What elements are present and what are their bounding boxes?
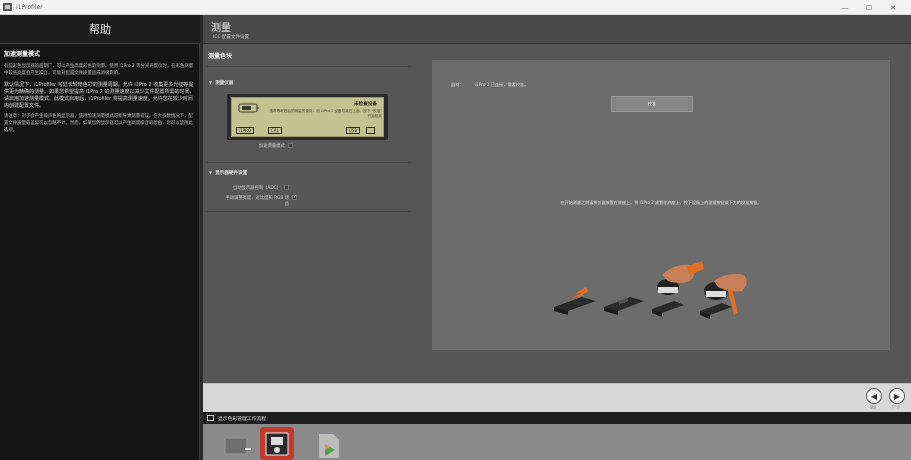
group-display-label: 显示器硬件设置 — [215, 171, 248, 176]
step3-hand-illustration — [652, 261, 704, 317]
workflow-step-settings[interactable] — [221, 430, 251, 460]
lcd-tag-i1pro: i1PRO — [236, 127, 254, 134]
fast-mode-option: 加速测量模式 — [259, 143, 293, 149]
workflow-step-measure-active[interactable] — [259, 426, 295, 460]
navigation-strip: ◀ 返回 ▶ 下一步 — [203, 383, 911, 412]
help-paragraph-2: 默认情况下，i1Profiler 可延长较暗色彩的测量周期。允许 i1Pro 2… — [4, 82, 195, 109]
help-paragraph-1: 有些彩色显示器的后期厂，可以产生高度彩色的测量。使用 i1Pro 2 等分光光度… — [4, 64, 194, 76]
help-paragraph-3: 请注意：对于会产生噪声色的显示器，使用加速测量模式可能导致测量错误。在大多数情况… — [4, 114, 193, 133]
next-label: 下一步 — [891, 405, 901, 409]
workflow-step-profile[interactable] — [313, 430, 343, 460]
back-arrow-icon: ◀ — [870, 391, 878, 401]
lcd-status: 未检查设备 — [354, 102, 377, 107]
title-bar: i1Profiler — ☐ ✕ — [0, 0, 911, 15]
help-body: 加速测量模式 有些彩色显示器的后期厂，可以产生高度彩色的测量。使用 i1Pro … — [0, 44, 199, 143]
ddc-checkbox[interactable] — [283, 185, 289, 190]
calibrate-button[interactable]: 校准 — [611, 96, 693, 112]
back-label: 返回 — [870, 405, 877, 409]
calibration-illustration — [554, 261, 747, 319]
page-subtitle: ICC 配置文件设置 — [213, 35, 250, 40]
maximize-button[interactable]: ☐ — [857, 0, 881, 15]
app-title: i1Profiler — [16, 3, 43, 11]
instrument-icon — [238, 103, 259, 113]
device-status-label: 器材： — [451, 82, 464, 87]
close-button[interactable]: ✕ — [881, 0, 905, 15]
device-lcd-panel: 未检查设备 请再等考虑后的测量的使用，用 i1Pro 2 设备校准在上面。按下 … — [227, 94, 388, 140]
divider — [206, 162, 411, 163]
step2-device-illustration — [604, 297, 644, 315]
expand-triangle-icon: ▼ — [209, 170, 213, 175]
expand-triangle-icon: ▼ — [209, 80, 213, 85]
help-title: 帮助 — [0, 15, 200, 44]
section-title: 测量色块 — [208, 53, 233, 60]
lcd-message: 请再等考虑后的测量的使用，用 i1Pro 2 设备校准在上面。按下 "校准" 开… — [269, 109, 382, 118]
page-title: 测量 — [211, 23, 231, 34]
workflow-title: 显示色彩管理工作流程 — [218, 416, 266, 422]
manual-adjust-label: 手动调整亮度、对比度和 RGB 增益 — [225, 196, 289, 207]
device-status: 器材： i1Pro 2 已连接，需要校准。 — [451, 82, 528, 88]
lcd-tag-cal: CAL — [268, 127, 282, 134]
lcd-tag-usb: USB — [346, 127, 361, 134]
lcd-tags: i1PRO CAL USB — [236, 127, 379, 134]
divider — [206, 66, 411, 67]
help-panel: 帮助 加速测量模式 有些彩色显示器的后期厂，可以产生高度彩色的测量。使用 i1P… — [0, 15, 200, 460]
next-button[interactable]: ▶ — [889, 388, 905, 404]
group-instrument-label: 测量仪器 — [215, 81, 234, 86]
main-panel: 测量色块 ▼ 测量仪器 未检查设备 请再等考虑后的测量的使用，用 i1Pro 2 … — [203, 44, 911, 383]
minimize-button[interactable]: — — [833, 0, 857, 15]
fast-mode-label: 加速测量模式 — [259, 144, 285, 149]
manual-adjust-option: 手动调整亮度、对比度和 RGB 增益 — [223, 194, 323, 207]
group-display-header[interactable]: ▼ 显示器硬件设置 — [209, 170, 247, 176]
manual-adjust-checkbox[interactable] — [292, 194, 297, 200]
page-header: 测量 ICC 配置文件设置 — [203, 15, 911, 44]
workflow-monitor-icon — [207, 415, 214, 421]
step1-device-illustration — [554, 287, 596, 315]
monitor-icon — [366, 127, 375, 134]
settings-column: ▼ 测量仪器 未检查设备 请再等考虑后的测量的使用，用 i1Pro 2 设备校准在… — [203, 66, 413, 383]
back-button[interactable]: ◀ — [866, 388, 882, 404]
measurement-work-area: 器材： i1Pro 2 已连接，需要校准。 校准 在开始测量之前请将仪器放置在底… — [432, 60, 890, 350]
workflow-steps — [203, 424, 911, 460]
ddc-label: 自动显示器控制（ADC） — [233, 186, 281, 191]
instruction-text: 在开始测量之前请将仪器放置在底座上。将 i1Pro 2 放置在底座上，按下设备上… — [560, 200, 762, 205]
fast-mode-checkbox[interactable] — [287, 143, 293, 148]
group-instrument-header[interactable]: ▼ 测量仪器 — [209, 80, 233, 86]
app-icon — [3, 3, 12, 11]
step4-hand-illustration — [700, 273, 747, 319]
lcd-screen: 未检查设备 请再等考虑后的测量的使用，用 i1Pro 2 设备校准在上面。按下 … — [231, 97, 384, 137]
workflow-panel: 显示色彩管理工作流程 — [203, 412, 911, 460]
workflow-header: 显示色彩管理工作流程 — [203, 412, 911, 424]
divider — [206, 211, 411, 212]
ddc-option: 自动显示器控制（ADC） — [233, 185, 289, 191]
device-status-text: i1Pro 2 已连接，需要校准。 — [474, 82, 529, 87]
next-arrow-icon: ▶ — [893, 391, 901, 401]
help-heading: 加速测量模式 — [4, 51, 41, 58]
window-controls: — ☐ ✕ — [833, 0, 905, 15]
